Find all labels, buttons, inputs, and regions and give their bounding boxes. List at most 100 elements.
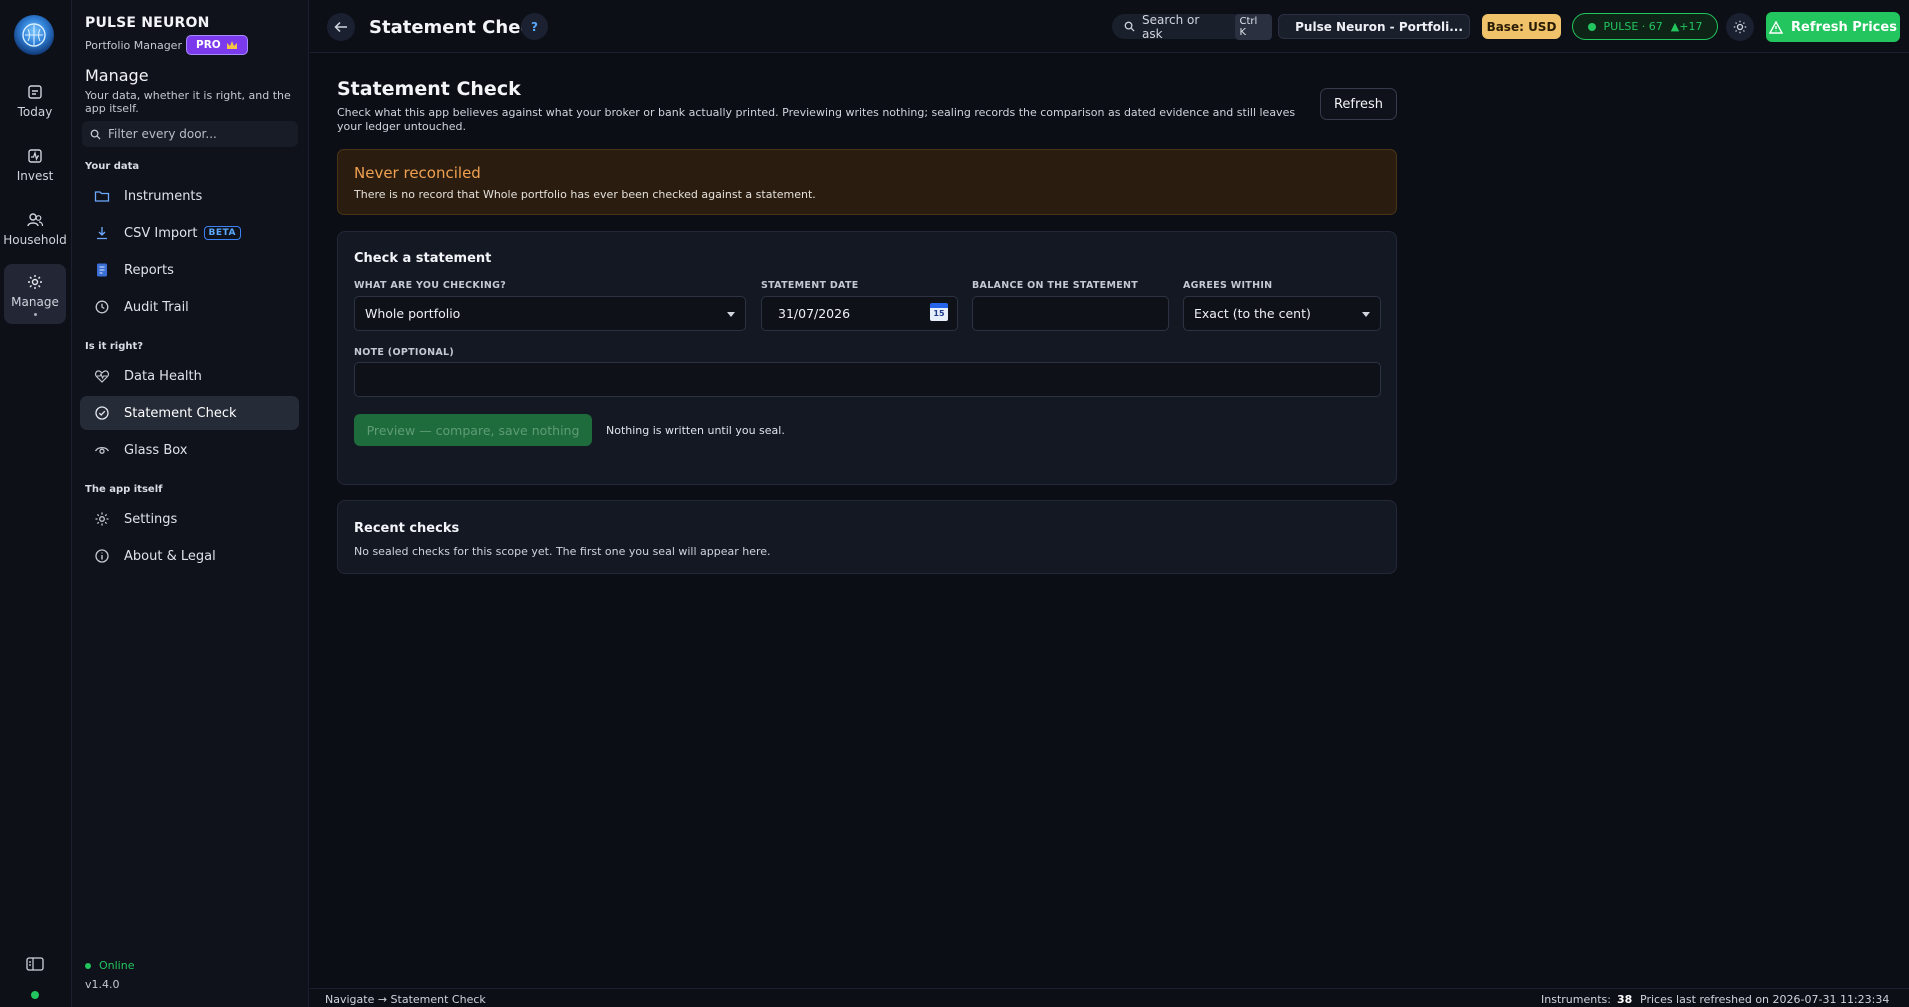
pulse-score-badge[interactable]: PULSE · 67 ▲+17: [1572, 13, 1718, 40]
sidebar-item-reports[interactable]: Reports: [80, 253, 299, 287]
refresh-prices-label: Refresh Prices: [1791, 19, 1897, 35]
sidebar-item-label: About & Legal: [124, 548, 216, 564]
card-title: Check a statement: [354, 251, 492, 266]
heart-pulse-icon: [95, 370, 109, 383]
sidebar-item-label: CSV Import: [124, 225, 198, 241]
calendar-icon: [28, 85, 42, 99]
sidebar-item-instruments[interactable]: Instruments: [80, 179, 299, 213]
app-version: v1.4.0: [85, 978, 120, 991]
instruments-value: 38: [1616, 993, 1633, 1006]
never-reconciled-banner: Never reconciled There is no record that…: [337, 149, 1397, 215]
rail-label: Today: [17, 105, 53, 119]
pulse-dot: [1587, 22, 1596, 31]
refresh-button[interactable]: Refresh: [1320, 88, 1397, 120]
sidebar-item-label: Statement Check: [124, 405, 237, 421]
recent-checks-title: Recent checks: [354, 521, 460, 536]
brand-subtitle: Portfolio Manager: [85, 39, 182, 52]
instruments-count: Instruments: 38: [1541, 993, 1632, 1006]
checking-select[interactable]: Whole portfolio: [354, 296, 746, 331]
prices-refreshed: Prices last refreshed on 2026-07-31 11:2…: [1640, 993, 1890, 1007]
pulse-score: PULSE · 67: [1603, 20, 1663, 33]
warning-icon: [1769, 20, 1784, 34]
recent-checks-empty: No sealed checks for this scope yet. The…: [354, 545, 771, 558]
search-button[interactable]: Search or ask Ctrl K: [1112, 12, 1272, 41]
rail-item-today[interactable]: Today: [4, 72, 66, 130]
note-input[interactable]: [354, 362, 1381, 397]
banner-text: There is no record that Whole portfolio …: [354, 188, 816, 201]
search-icon: [1124, 21, 1135, 32]
sidebar-toggle-icon[interactable]: [26, 957, 44, 971]
calendar-icon[interactable]: 15: [930, 303, 948, 321]
group-label-your-data: Your data: [85, 161, 140, 172]
rail-item-invest[interactable]: Invest: [4, 136, 66, 194]
crown-icon: [226, 41, 237, 49]
arrow-left-icon: [334, 21, 347, 33]
pulse-delta: ▲+17: [1670, 20, 1703, 33]
note-label: NOTE (OPTIONAL): [354, 347, 454, 358]
portfolio-selector[interactable]: Pulse Neuron - Portfoli...: [1278, 14, 1470, 39]
rail-label: Manage: [11, 294, 59, 309]
check-circle-icon: [95, 406, 109, 420]
connection-status-dot: [31, 991, 39, 999]
main-description: Check what this app believes against wha…: [337, 106, 1296, 133]
group-label-is-it-right: Is it right?: [85, 341, 144, 352]
rail-item-manage[interactable]: Manage: [4, 264, 66, 324]
checking-label: WHAT ARE YOU CHECKING?: [354, 280, 507, 291]
banner-title: Never reconciled: [354, 164, 481, 182]
check-statement-card: Check a statement WHAT ARE YOU CHECKING?…: [337, 231, 1397, 485]
search-shortcut: Ctrl K: [1234, 13, 1272, 40]
sidebar-item-glass-box[interactable]: Glass Box: [80, 433, 299, 467]
beta-badge: BETA: [203, 226, 241, 240]
sidebar: PULSE NEURON Portfolio Manager PRO Manag…: [72, 0, 309, 1007]
preview-button[interactable]: Preview — compare, save nothing: [354, 414, 592, 446]
recent-checks-card: Recent checks No sealed checks for this …: [337, 500, 1397, 574]
sidebar-item-label: Data Health: [124, 368, 202, 384]
sidebar-item-about-legal[interactable]: About & Legal: [80, 539, 299, 573]
search-icon: [90, 129, 101, 140]
online-label: Online: [99, 959, 135, 972]
balance-input[interactable]: [972, 296, 1169, 331]
activity-icon: [28, 149, 42, 163]
back-button[interactable]: [327, 13, 355, 41]
online-dot: [85, 962, 91, 969]
gear-icon: [95, 512, 109, 526]
page-title: Statement Check: [369, 17, 544, 38]
main-heading: Statement Check: [337, 78, 521, 100]
refresh-prices-button[interactable]: Refresh Prices: [1766, 12, 1900, 42]
sidebar-item-settings[interactable]: Settings: [80, 502, 299, 536]
statement-date-input[interactable]: 31/07/2026 15: [761, 296, 958, 331]
sidebar-item-data-health[interactable]: Data Health: [80, 359, 299, 393]
agrees-within-select[interactable]: Exact (to the cent): [1183, 296, 1381, 331]
statement-date-value: 31/07/2026: [778, 306, 851, 321]
search-label: Search or ask: [1141, 12, 1200, 41]
theme-toggle-button[interactable]: [1726, 13, 1754, 41]
gear-icon: [28, 274, 42, 289]
sidebar-item-label: Instruments: [124, 188, 203, 204]
sidebar-item-statement-check[interactable]: Statement Check: [80, 396, 299, 430]
section-title: Manage: [85, 66, 149, 85]
preview-note: Nothing is written until you seal.: [606, 424, 785, 437]
rail-item-household[interactable]: Household: [3, 200, 67, 258]
statement-date-label: STATEMENT DATE: [761, 280, 859, 291]
sidebar-item-csv-import[interactable]: CSV Import BETA: [80, 216, 299, 250]
agrees-within-label: AGREES WITHIN: [1183, 280, 1273, 291]
sidebar-item-audit-trail[interactable]: Audit Trail: [80, 290, 299, 324]
sun-icon: [1733, 20, 1747, 34]
top-bar: Statement Check ? Search or ask Ctrl K P…: [310, 0, 1909, 53]
pro-badge: PRO: [186, 35, 248, 55]
balance-label: BALANCE ON THE STATEMENT: [972, 280, 1139, 291]
online-status: Online: [85, 959, 134, 972]
history-icon: [95, 300, 109, 314]
agrees-within-value: Exact (to the cent): [1194, 306, 1311, 321]
base-currency-badge[interactable]: Base: USD: [1482, 14, 1561, 39]
status-bar: Navigate → Statement Check Instruments: 3…: [310, 988, 1909, 1007]
sidebar-item-label: Settings: [124, 511, 178, 527]
filter-placeholder: Filter every door...: [108, 127, 217, 141]
brain-icon: [22, 23, 46, 47]
folder-icon: [94, 191, 110, 202]
help-button[interactable]: ?: [521, 13, 548, 40]
app-logo[interactable]: [14, 15, 54, 55]
filter-input[interactable]: Filter every door...: [82, 121, 298, 147]
users-icon: [27, 213, 44, 227]
download-icon: [97, 227, 107, 240]
